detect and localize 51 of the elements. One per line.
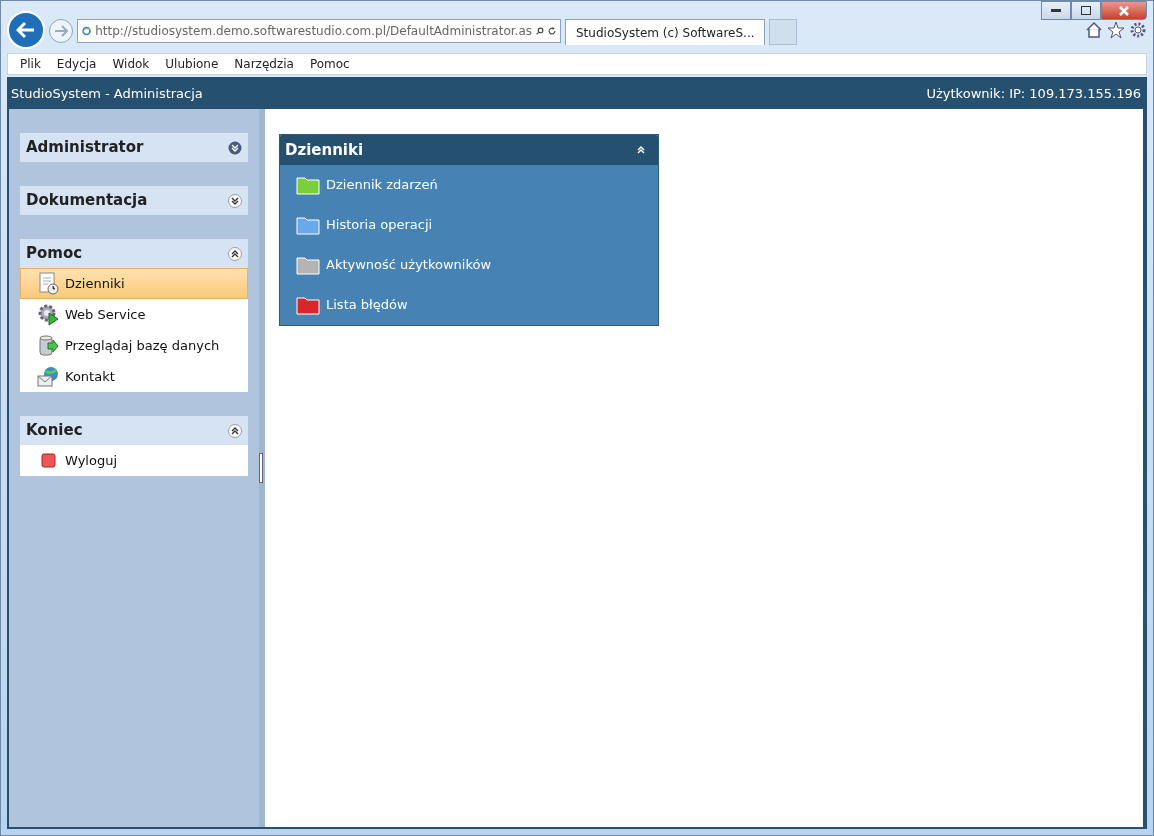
user-info: Użytkownik: IP: 109.173.155.196 xyxy=(926,85,1141,104)
document-clock-icon xyxy=(37,272,59,295)
section-title: Pomoc xyxy=(26,243,83,265)
maximize-button[interactable] xyxy=(1071,1,1101,20)
menu-item[interactable]: Wyloguj xyxy=(20,445,248,476)
menu-item[interactable]: Edycja xyxy=(48,55,105,73)
address-text: http://studiosystem.demo.softwarestudio.com.pl/DefaultAdministrator.as xyxy=(95,23,532,40)
arrow-left-icon xyxy=(16,21,36,39)
star-icon[interactable] xyxy=(1107,21,1125,39)
menu-item[interactable]: Web Service xyxy=(20,299,248,330)
menu-item[interactable]: Pomoc xyxy=(301,55,358,73)
database-arrow-icon xyxy=(37,334,59,357)
log-link[interactable]: Historia operacji xyxy=(280,205,658,245)
close-button[interactable] xyxy=(1101,1,1147,20)
tab-title: StudioSystem (c) SoftwareS... xyxy=(576,24,755,42)
section-title: Dokumentacja xyxy=(26,190,148,212)
collapse-icon[interactable] xyxy=(228,246,242,261)
arrow-right-icon xyxy=(54,25,68,37)
log-link[interactable]: Aktywność użytkowników xyxy=(280,245,658,285)
menu-item[interactable]: Przeglądaj bazę danych xyxy=(20,330,248,361)
menu-item[interactable]: Dzienniki xyxy=(20,268,248,299)
browser-tab[interactable]: StudioSystem (c) SoftwareS... xyxy=(565,19,765,45)
section-header[interactable]: Pomoc xyxy=(20,239,248,268)
expand-icon[interactable] xyxy=(228,140,242,155)
section-title: Administrator xyxy=(26,137,144,159)
globe-envelope-icon xyxy=(37,365,59,388)
log-link[interactable]: Lista błędów xyxy=(280,285,658,325)
minimize-icon xyxy=(1051,8,1061,13)
section-title: Koniec xyxy=(26,420,83,442)
section-header[interactable]: Dokumentacja xyxy=(20,186,248,215)
collapse-icon[interactable] xyxy=(228,423,242,438)
panel-title: Dzienniki xyxy=(285,139,364,161)
section-header[interactable]: Koniec xyxy=(20,416,248,445)
minimize-button[interactable] xyxy=(1041,1,1071,20)
maximize-icon xyxy=(1081,6,1091,15)
splitter-handle[interactable] xyxy=(259,453,263,483)
menu-item[interactable]: Plik xyxy=(12,55,49,73)
menu-item[interactable]: Ulubione xyxy=(157,55,227,73)
gear-play-icon xyxy=(37,303,59,326)
expand-icon[interactable] xyxy=(228,193,242,208)
menu-item[interactable]: Kontakt xyxy=(20,361,248,392)
address-bar[interactable]: http://studiosystem.demo.softwarestudio.com.pl/DefaultAdministrator.as xyxy=(77,19,561,43)
menu-item[interactable]: Narzędzia xyxy=(226,55,302,73)
settings-icon[interactable] xyxy=(1129,21,1147,39)
app-title: StudioSystem - Administracja xyxy=(11,85,203,104)
home-icon[interactable] xyxy=(1085,21,1103,39)
log-link[interactable]: Dziennik zdarzeń xyxy=(280,165,658,205)
back-button[interactable] xyxy=(7,11,45,49)
section-header[interactable]: Administrator xyxy=(20,133,248,162)
menu-item[interactable]: Widok xyxy=(104,55,158,73)
close-icon xyxy=(1119,5,1129,16)
